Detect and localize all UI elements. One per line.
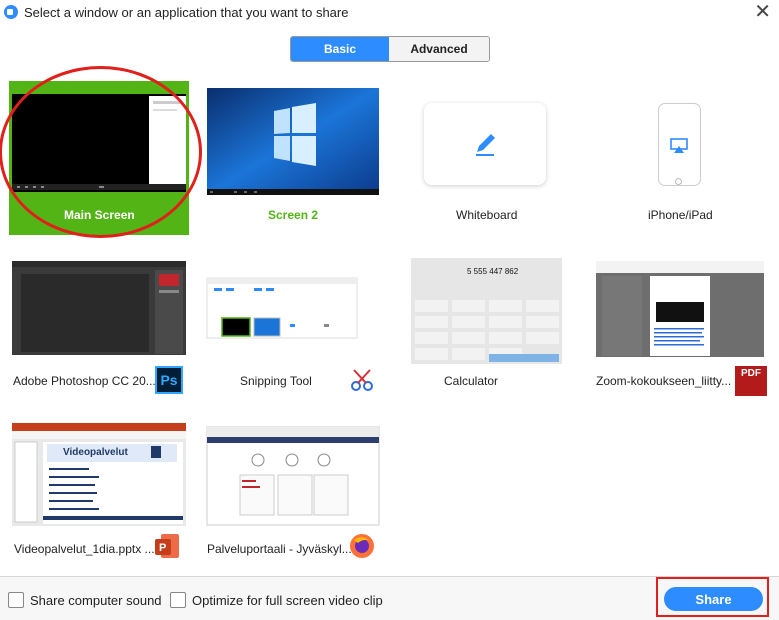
mode-tabs: Basic Advanced [290,36,490,62]
share-option-snipping-tool[interactable]: Snipping Tool [204,258,384,412]
close-icon[interactable]: ✕ [754,1,771,21]
share-option-firefox[interactable]: Palveluportaali - Jyväskyl... [204,420,384,574]
tile-label-screen-2: Screen 2 [268,208,319,222]
snipping-tool-thumbnail [206,277,358,339]
share-option-photoshop[interactable]: Adobe Photoshop CC 20... Ps [9,258,189,412]
title-bar: Select a window or an application that y… [0,0,779,26]
pdf-icon: PDF [735,366,767,396]
tab-basic[interactable]: Basic [291,37,389,61]
tile-label-calculator: Calculator [444,374,499,388]
powerpoint-window-thumbnail [12,423,186,526]
svg-text:P: P [159,542,166,554]
windows-desktop-icon [207,88,379,195]
home-button-icon [675,178,682,185]
annotation-circle [0,66,202,238]
airplay-icon [670,138,688,153]
tile-label-photoshop: Adobe Photoshop CC 20... [13,374,156,388]
share-option-powerpoint[interactable]: Videopalvelut Videopalvelut_1dia.pptx ..… [9,420,189,574]
photoshop-window-thumbnail [12,261,186,355]
tile-label-whiteboard: Whiteboard [456,208,518,222]
optimize-video-checkbox[interactable] [170,592,186,608]
tile-label-iphone-ipad: iPhone/iPad [648,208,713,222]
tile-label-zoom-pdf: Zoom-kokoukseen_liitty... [596,374,732,388]
scissors-icon [351,369,373,391]
share-option-calculator[interactable]: 5 555 447 862 Calculator [397,258,577,412]
photoshop-icon: Ps [155,366,183,394]
share-option-zoom-pdf[interactable]: Zoom-kokoukseen_liitty... PDF [590,258,770,412]
tile-label-snipping-tool: Snipping Tool [240,374,312,388]
share-sound-label: Share computer sound [30,593,162,608]
slide-title-text: Videopalvelut [63,447,128,458]
pencil-icon [476,134,495,156]
share-sound-checkbox[interactable] [8,592,24,608]
zoom-logo-icon [4,5,18,19]
tile-label-powerpoint: Videopalvelut_1dia.pptx ... [14,542,155,556]
share-option-whiteboard[interactable]: Whiteboard [397,81,577,235]
share-option-screen-2[interactable]: Screen 2 [204,81,384,235]
window-title: Select a window or an application that y… [24,5,349,20]
tile-label-firefox: Palveluportaali - Jyväskyl... [207,542,352,556]
share-button[interactable]: Share [664,587,763,611]
pdf-window-thumbnail [596,261,764,357]
powerpoint-icon: P [155,534,179,558]
firefox-window-thumbnail [206,426,380,526]
firefox-icon [350,534,374,558]
tab-advanced[interactable]: Advanced [389,37,489,61]
optimize-video-label: Optimize for full screen video clip [192,593,383,608]
share-option-iphone-ipad[interactable]: iPhone/iPad [590,81,770,235]
calculator-display: 5 555 447 862 [467,267,519,276]
